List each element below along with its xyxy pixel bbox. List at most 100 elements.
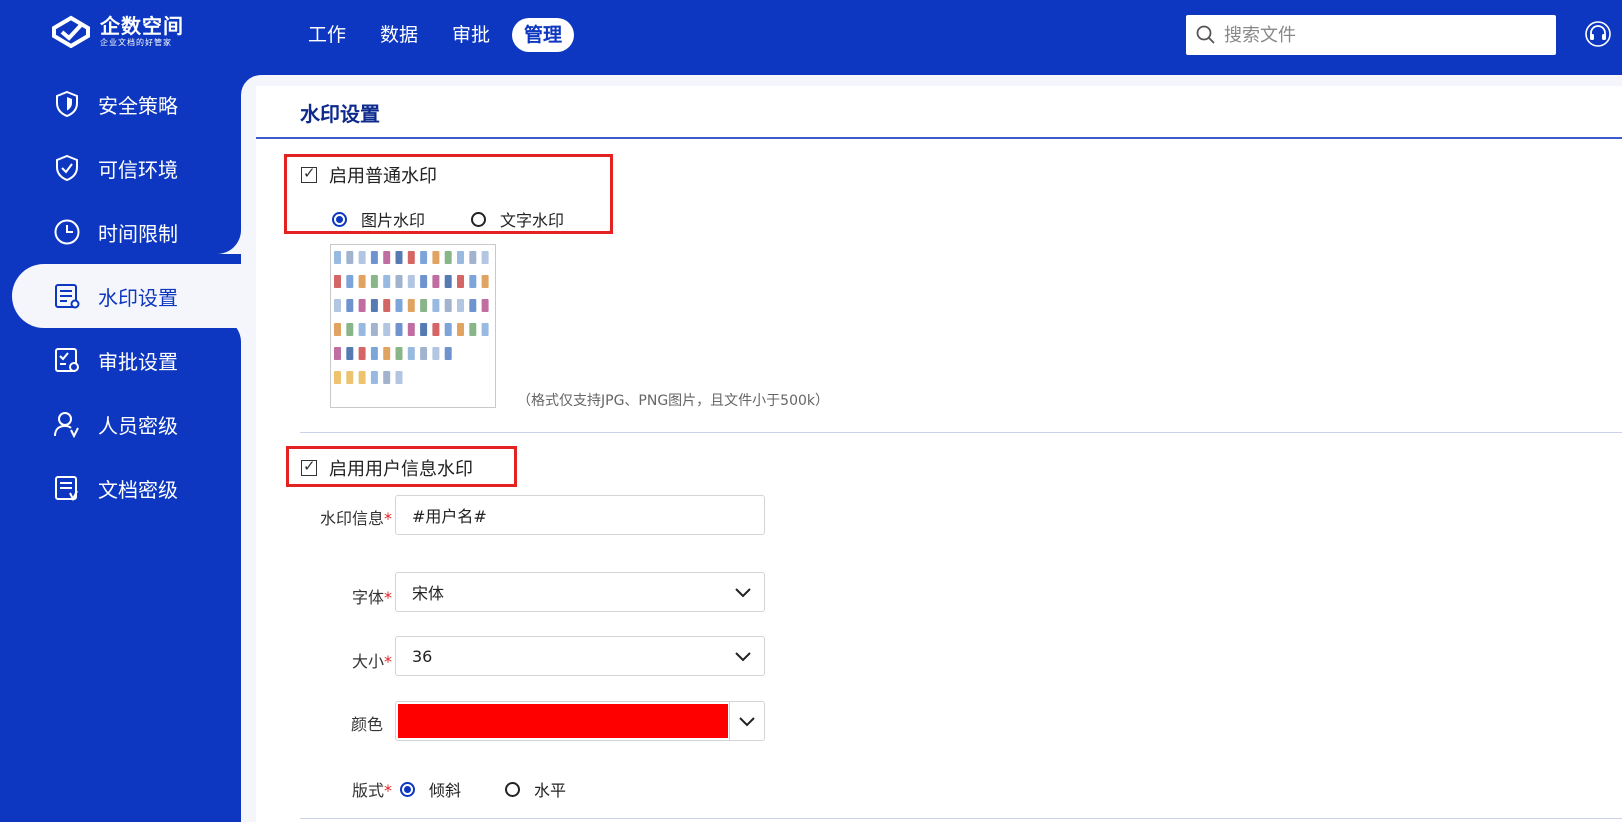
file-thumbnail-icon xyxy=(358,323,366,336)
file-thumbnail-icon xyxy=(481,275,489,288)
file-thumbnail-icon xyxy=(395,371,403,384)
user-level-icon xyxy=(52,409,82,439)
icon-grid-image xyxy=(334,251,489,384)
sidebar-item-personnel-level[interactable]: 人员密级 xyxy=(0,392,241,456)
main-nav: 工作 数据 审批 管理 xyxy=(296,18,575,52)
file-thumbnail-icon xyxy=(432,347,440,360)
file-thumbnail-icon xyxy=(334,299,341,312)
file-thumbnail-icon xyxy=(444,299,452,312)
radio-selected-icon xyxy=(400,781,415,797)
page-title: 水印设置 xyxy=(300,102,380,126)
normal-watermark-checkbox[interactable]: 启用普通水印 xyxy=(301,162,437,188)
layout-horizontal-radio[interactable]: 水平 xyxy=(505,777,566,801)
app-logo[interactable]: 企数空间 企业文档的好管家 xyxy=(50,14,184,48)
watermark-info-input[interactable]: #用户名# xyxy=(395,495,765,535)
file-thumbnail-icon xyxy=(444,275,452,288)
sidebar-item-label: 可信环境 xyxy=(98,157,178,182)
file-thumbnail-icon xyxy=(407,251,415,264)
file-thumbnail-icon xyxy=(358,275,366,288)
file-thumbnail-icon xyxy=(432,323,440,336)
file-thumbnail-icon xyxy=(383,347,391,360)
layout-tilted-label: 倾斜 xyxy=(429,781,462,800)
color-swatch xyxy=(398,704,728,738)
file-thumbnail-icon xyxy=(334,323,341,336)
sidebar-item-trusted-env[interactable]: 可信环境 xyxy=(0,136,241,200)
watermark-image-preview[interactable] xyxy=(330,244,496,408)
file-thumbnail-icon xyxy=(481,251,489,264)
file-thumbnail-icon xyxy=(395,299,403,312)
file-thumbnail-icon xyxy=(407,299,415,312)
file-thumbnail-icon xyxy=(432,275,440,288)
file-thumbnail-icon xyxy=(407,275,415,288)
file-thumbnail-icon xyxy=(481,299,489,312)
text-watermark-radio[interactable]: 文字水印 xyxy=(471,207,564,231)
file-thumbnail-icon xyxy=(383,371,391,384)
size-value: 36 xyxy=(412,646,433,666)
color-label: 颜色 xyxy=(350,715,383,734)
file-thumbnail-icon xyxy=(346,275,354,288)
file-thumbnail-icon xyxy=(407,323,415,336)
font-label: 字体* xyxy=(351,588,392,607)
user-watermark-checkbox[interactable]: 启用用户信息水印 xyxy=(301,455,473,481)
file-thumbnail-icon xyxy=(457,323,464,336)
title-underline xyxy=(256,137,1622,139)
radio-selected-icon xyxy=(332,211,347,227)
sidebar-item-document-level[interactable]: 文档密级 xyxy=(0,456,241,520)
normal-watermark-label: 启用普通水印 xyxy=(329,166,437,187)
section-divider-bottom xyxy=(300,818,1622,819)
sidebar-item-label: 人员密级 xyxy=(98,413,178,438)
sidebar-item-time-limit[interactable]: 时间限制 xyxy=(0,200,241,264)
chevron-down-icon xyxy=(735,652,751,662)
font-select[interactable]: 宋体 xyxy=(395,572,765,612)
file-thumbnail-icon xyxy=(420,323,428,336)
sidebar-item-approval-settings[interactable]: 审批设置 xyxy=(0,328,241,392)
file-thumbnail-icon xyxy=(444,251,452,264)
file-thumbnail-icon xyxy=(395,275,403,288)
layout-tilted-radio[interactable]: 倾斜 xyxy=(400,777,461,801)
search-box[interactable] xyxy=(1186,15,1556,55)
file-thumbnail-icon xyxy=(469,299,477,312)
sidebar-item-label: 审批设置 xyxy=(98,349,178,374)
file-thumbnail-icon xyxy=(457,299,464,312)
color-picker[interactable] xyxy=(395,701,765,741)
checkbox-checked-icon xyxy=(301,164,317,183)
file-thumbnail-icon xyxy=(370,299,378,312)
sidebar-item-security-policy[interactable]: 安全策略 xyxy=(0,72,241,136)
nav-work[interactable]: 工作 xyxy=(296,18,358,52)
doc-level-icon xyxy=(52,473,82,503)
nav-manage[interactable]: 管理 xyxy=(512,18,575,52)
search-input[interactable] xyxy=(1224,24,1544,46)
radio-unselected-icon xyxy=(471,211,486,227)
file-thumbnail-icon xyxy=(395,251,403,264)
sidebar-item-watermark[interactable]: 水印设置 xyxy=(12,264,241,328)
file-thumbnail-icon xyxy=(346,371,354,384)
logo-title: 企数空间 xyxy=(100,14,184,38)
file-thumbnail-icon xyxy=(358,347,366,360)
section-divider xyxy=(300,432,1622,433)
chevron-down-icon xyxy=(739,717,755,727)
file-thumbnail-icon xyxy=(334,251,341,264)
clock-icon xyxy=(52,217,82,247)
file-thumbnail-icon xyxy=(420,347,428,360)
file-thumbnail-icon xyxy=(420,251,428,264)
sidebar-item-label: 水印设置 xyxy=(98,285,178,310)
file-thumbnail-icon xyxy=(395,323,403,336)
image-watermark-radio[interactable]: 图片水印 xyxy=(332,207,425,231)
top-bar: 企数空间 企业文档的好管家 工作 数据 审批 管理 xyxy=(0,0,1622,72)
file-thumbnail-icon xyxy=(334,371,341,384)
file-thumbnail-icon xyxy=(420,299,428,312)
file-thumbnail-icon xyxy=(358,251,366,264)
headset-icon[interactable] xyxy=(1584,20,1612,48)
size-label: 大小* xyxy=(351,652,392,671)
file-thumbnail-icon xyxy=(481,323,489,336)
nav-data[interactable]: 数据 xyxy=(368,18,430,52)
upload-hint: （格式仅支持JPG、PNG图片，且文件小于500k） xyxy=(517,393,830,409)
file-thumbnail-icon xyxy=(407,347,415,360)
file-thumbnail-icon xyxy=(469,323,477,336)
nav-approval[interactable]: 审批 xyxy=(440,18,502,52)
size-select[interactable]: 36 xyxy=(395,636,765,676)
file-thumbnail-icon xyxy=(370,323,378,336)
search-icon xyxy=(1196,25,1215,44)
logo-subtitle: 企业文档的好管家 xyxy=(100,38,172,47)
file-thumbnail-icon xyxy=(395,347,403,360)
